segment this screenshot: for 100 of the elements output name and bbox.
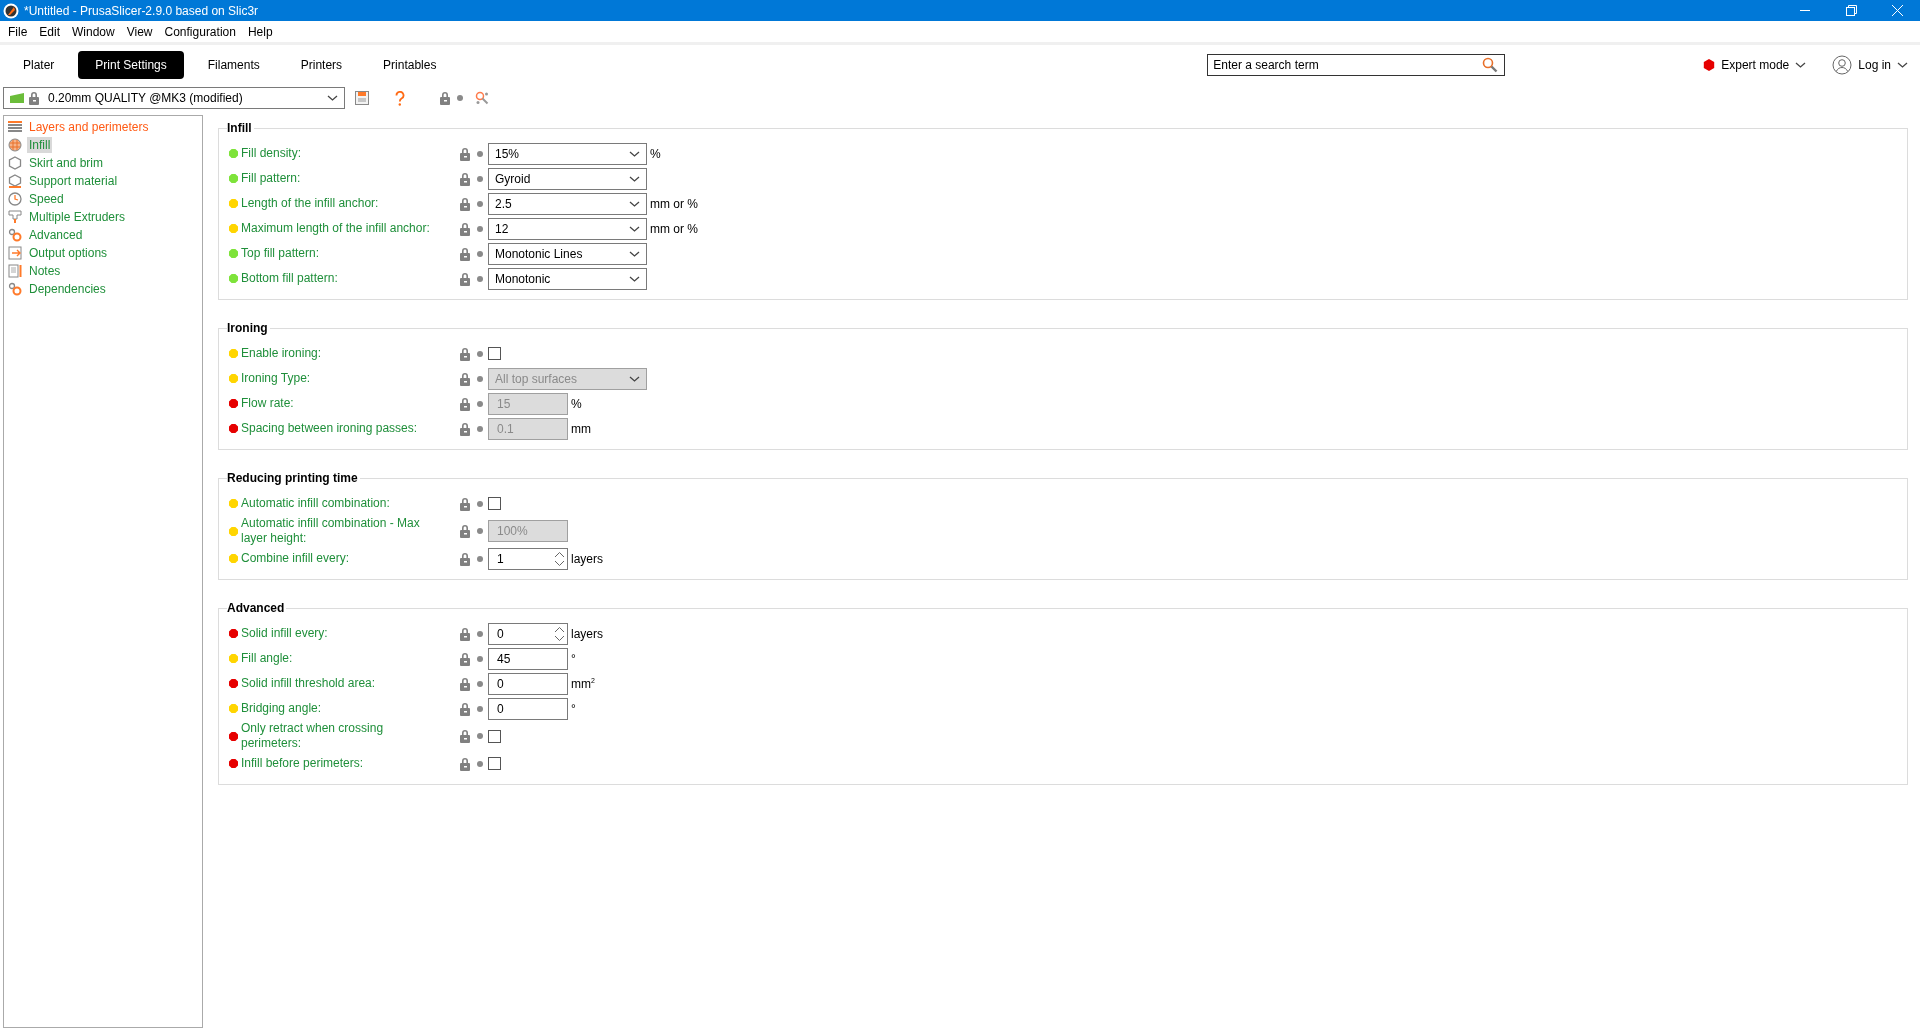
tab[interactable]: Print Settings xyxy=(78,50,184,79)
dropdown[interactable]: Gyroid xyxy=(488,167,647,190)
chevron-down-icon xyxy=(1795,61,1807,68)
menu-item[interactable]: Window xyxy=(66,24,121,39)
hexagon-icon xyxy=(8,156,22,170)
tab[interactable]: Plater xyxy=(6,50,72,79)
checkbox[interactable] xyxy=(488,347,501,360)
hexagon-icon xyxy=(1703,58,1716,71)
spin-field[interactable]: 1 xyxy=(488,547,568,570)
nozzle-icon xyxy=(8,210,22,224)
app-logo-icon xyxy=(3,2,19,19)
spin-field[interactable]: 0 xyxy=(488,622,568,645)
lock-icon[interactable] xyxy=(459,551,471,566)
setting-label: Flow rate: xyxy=(241,396,295,411)
window-title: *Untitled - PrusaSlicer-2.9.0 based on Slic3r xyxy=(24,3,260,18)
mode-button[interactable]: Expert mode xyxy=(1703,57,1807,72)
lock-icon[interactable] xyxy=(459,371,471,386)
lock-icon[interactable] xyxy=(459,756,471,771)
lock-icon[interactable] xyxy=(439,91,451,105)
chevron-down-icon xyxy=(629,275,640,282)
chevron-down-icon xyxy=(629,250,640,257)
notes-icon xyxy=(8,264,22,278)
setting-label: Top fill pattern: xyxy=(241,246,321,261)
dot-icon xyxy=(477,425,483,432)
lock-icon[interactable] xyxy=(459,421,471,436)
checkbox[interactable] xyxy=(488,497,501,510)
lock-icon[interactable] xyxy=(459,524,471,538)
lock-icon[interactable] xyxy=(459,221,471,236)
tab[interactable]: Filaments xyxy=(190,50,277,79)
input-field[interactable]: 0 xyxy=(488,672,568,695)
lock-icon[interactable] xyxy=(459,676,471,691)
lock-icon[interactable] xyxy=(459,701,471,716)
dot-icon xyxy=(477,250,483,257)
setting-label: Fill pattern: xyxy=(241,171,302,186)
sidebar-item[interactable]: Notes xyxy=(27,263,63,279)
lock-icon[interactable] xyxy=(459,146,471,161)
menu-item[interactable]: Help xyxy=(241,24,279,39)
setting-label: Maximum length of the infill anchor: xyxy=(241,221,431,236)
input-field[interactable]: 0 xyxy=(488,697,568,720)
menu-item[interactable]: File xyxy=(2,24,34,39)
sidebar-item[interactable]: Output options xyxy=(27,245,110,261)
spin-arrows-icon[interactable] xyxy=(554,625,565,642)
setting-label: Length of the infill anchor: xyxy=(241,196,380,211)
lock-icon[interactable] xyxy=(459,271,471,286)
magnifier-icon[interactable] xyxy=(475,91,489,105)
dropdown[interactable]: Monotonic xyxy=(488,267,647,290)
dot-icon xyxy=(477,150,483,157)
lock-icon[interactable] xyxy=(459,729,471,743)
menu-item[interactable]: View xyxy=(120,24,159,39)
sidebar-item[interactable]: Dependencies xyxy=(27,281,108,297)
lock-icon[interactable] xyxy=(28,91,40,105)
menu-item[interactable]: Configuration xyxy=(158,24,242,39)
menu-item[interactable]: Edit xyxy=(33,24,67,39)
sidebar-item[interactable]: Support material xyxy=(27,173,120,189)
lock-icon[interactable] xyxy=(459,171,471,186)
lock-icon[interactable] xyxy=(459,346,471,361)
sidebar-item[interactable]: Skirt and brim xyxy=(27,155,106,171)
preset-dropdown[interactable]: 0.20mm QUALITY @MK3 (modified) xyxy=(3,87,345,109)
input-field[interactable]: 45 xyxy=(488,647,568,670)
dot-icon xyxy=(477,760,483,767)
save-icon[interactable] xyxy=(355,91,369,105)
dot-icon xyxy=(477,528,483,534)
checkbox[interactable] xyxy=(488,729,501,743)
setting-label: Spacing between ironing passes: xyxy=(241,421,419,436)
user-icon xyxy=(1832,54,1853,75)
dot-icon xyxy=(477,400,483,407)
sidebar-item[interactable]: Advanced xyxy=(27,227,85,243)
lock-icon[interactable] xyxy=(459,626,471,641)
question-mark-icon[interactable] xyxy=(395,90,405,106)
login-button[interactable]: Log in xyxy=(1832,54,1908,75)
chevron-down-icon xyxy=(629,175,640,182)
lock-icon[interactable] xyxy=(459,496,471,511)
spin-arrows-icon[interactable] xyxy=(554,550,565,567)
search-icon[interactable] xyxy=(1482,56,1499,73)
chevron-down-icon xyxy=(1897,61,1908,68)
sidebar-item[interactable]: Speed xyxy=(27,191,66,207)
setting-label: Solid infill threshold area: xyxy=(241,676,377,691)
checkbox[interactable] xyxy=(488,757,501,770)
layers-icon xyxy=(8,120,22,134)
chevron-down-icon xyxy=(629,150,640,157)
lock-icon[interactable] xyxy=(459,196,471,211)
setting-label: Infill before perimeters: xyxy=(241,756,365,771)
group-title: Advanced xyxy=(227,601,287,615)
sidebar-item[interactable]: Multiple Extruders xyxy=(27,209,128,225)
setting-label: Ironing Type: xyxy=(241,371,312,386)
lock-icon[interactable] xyxy=(459,246,471,261)
tab[interactable]: Printables xyxy=(366,50,454,79)
tab[interactable]: Printers xyxy=(283,50,360,79)
chevron-down-icon xyxy=(327,95,338,101)
dropdown[interactable]: Monotonic Lines xyxy=(488,242,647,265)
setting-label: Solid infill every: xyxy=(241,626,329,641)
dropdown[interactable]: 15% xyxy=(488,142,647,165)
search-field[interactable]: Enter a search term xyxy=(1207,53,1506,76)
lock-icon[interactable] xyxy=(459,396,471,411)
dropdown[interactable]: 12 xyxy=(488,217,647,240)
lock-icon[interactable] xyxy=(459,651,471,666)
export-icon xyxy=(8,246,22,260)
setting-label: Bridging angle: xyxy=(241,701,323,716)
dropdown[interactable]: 2.5 xyxy=(488,192,647,215)
dot-icon xyxy=(477,200,483,207)
